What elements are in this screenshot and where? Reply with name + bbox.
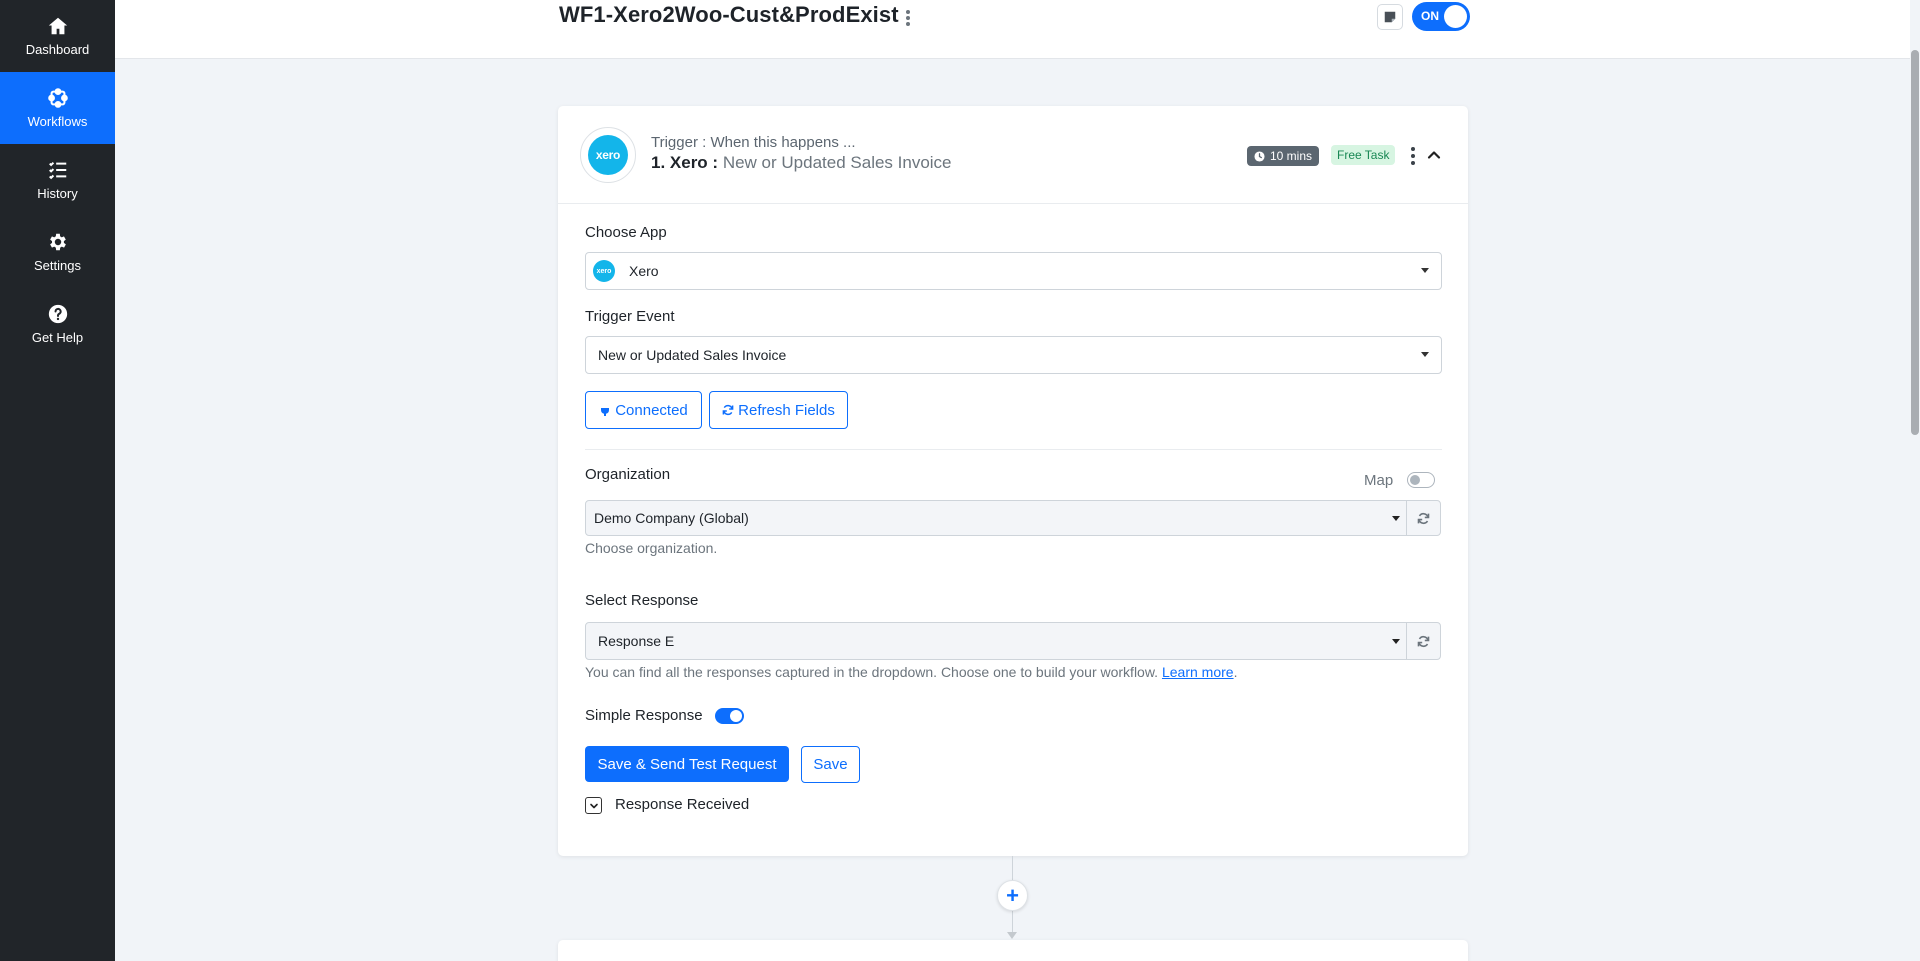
dot-icon <box>906 22 910 26</box>
caret-down-icon <box>1392 516 1400 521</box>
sidebar-item-dashboard[interactable]: Dashboard <box>0 0 115 72</box>
caret-down-icon <box>1392 639 1400 644</box>
toggle-knob <box>1444 5 1467 28</box>
chevron-down-icon <box>589 803 598 808</box>
step-menu-button[interactable] <box>1409 145 1417 167</box>
sticky-note-icon <box>1384 11 1396 23</box>
sidebar: Dashboard Workflows History Settings Get… <box>0 0 115 961</box>
trigger-subtitle: Trigger : When this happens ... <box>651 134 856 151</box>
sidebar-item-get-help[interactable]: Get Help <box>0 288 115 360</box>
response-select[interactable]: Response E <box>585 622 1407 660</box>
workflow-icon <box>47 87 69 109</box>
list-check-icon <box>47 159 69 181</box>
trigger-card: xero Trigger : When this happens ... 1. … <box>558 106 1468 856</box>
trigger-event-label: Trigger Event <box>585 308 675 325</box>
selected-trigger-event: New or Updated Sales Invoice <box>598 347 787 363</box>
dot-icon <box>906 10 910 14</box>
dot-icon <box>1411 161 1415 166</box>
refresh-icon <box>722 404 734 416</box>
page-scrollbar[interactable] <box>1910 0 1920 961</box>
toggle-label: ON <box>1421 9 1439 23</box>
help-period: . <box>1233 664 1238 680</box>
connected-label: Connected <box>615 401 688 419</box>
save-label: Save <box>813 756 848 773</box>
selected-organization: Demo Company (Global) <box>594 510 749 526</box>
sidebar-item-label: Get Help <box>31 330 84 345</box>
refresh-fields-button[interactable]: Refresh Fields <box>709 391 848 429</box>
response-received-label: Response Received <box>615 796 750 813</box>
dot-icon <box>1411 153 1415 158</box>
caret-down-icon <box>1421 352 1429 357</box>
gear-icon <box>47 231 69 253</box>
selected-app: Xero <box>629 263 659 279</box>
notes-button[interactable] <box>1377 4 1403 30</box>
app-logo: xero <box>580 127 636 183</box>
trigger-title: 1. Xero : New or Updated Sales Invoice <box>651 153 952 173</box>
save-button[interactable]: Save <box>801 746 860 783</box>
xero-logo-icon: xero <box>593 260 615 282</box>
time-badge-text: 10 mins <box>1270 149 1313 163</box>
sidebar-item-label: History <box>37 186 78 201</box>
organization-label: Organization <box>585 466 671 483</box>
sidebar-item-label: Settings <box>34 258 81 273</box>
connected-button[interactable]: Connected <box>585 391 702 429</box>
organization-select[interactable]: Demo Company (Global) <box>585 500 1407 536</box>
refresh-icon <box>1417 512 1430 524</box>
simple-response-toggle[interactable] <box>715 708 744 724</box>
refresh-response-button[interactable] <box>1406 622 1441 660</box>
select-response-label: Select Response <box>585 592 699 609</box>
workflow-title[interactable]: WF1-Xero2Woo-Cust&ProdExist <box>559 2 899 28</box>
save-send-test-button[interactable]: Save & Send Test Request <box>585 746 789 782</box>
map-label: Map <box>1364 472 1394 489</box>
add-step-button[interactable]: + <box>997 880 1028 911</box>
sidebar-item-label: Workflows <box>27 114 88 129</box>
refresh-fields-label: Refresh Fields <box>738 401 835 419</box>
organization-help: Choose organization. <box>585 540 718 556</box>
response-help: You can find all the responses captured … <box>585 664 1237 680</box>
collapse-button[interactable] <box>1426 147 1442 163</box>
refresh-organization-button[interactable] <box>1406 500 1441 536</box>
next-step-card[interactable] <box>558 940 1468 961</box>
section-divider <box>585 449 1442 450</box>
home-icon <box>47 15 69 37</box>
clock-icon <box>1254 150 1265 162</box>
dot-icon <box>906 16 910 20</box>
arrow-down-icon <box>1007 932 1017 939</box>
toggle-knob <box>730 710 742 722</box>
chevron-up-icon <box>1427 151 1441 159</box>
refresh-icon <box>1417 635 1430 647</box>
selected-response: Response E <box>598 633 675 649</box>
scrollbar-thumb[interactable] <box>1911 50 1919 435</box>
free-task-badge: Free Task <box>1331 145 1396 165</box>
trigger-card-header[interactable]: xero Trigger : When this happens ... 1. … <box>558 106 1468 204</box>
time-badge: 10 mins <box>1247 146 1320 166</box>
dot-icon <box>1411 146 1415 151</box>
sidebar-item-label: Dashboard <box>25 42 90 57</box>
sidebar-item-history[interactable]: History <box>0 144 115 216</box>
workflow-header: WF1-Xero2Woo-Cust&ProdExist ON <box>115 0 1920 59</box>
choose-app-label: Choose App <box>585 224 667 241</box>
trigger-event-name: New or Updated Sales Invoice <box>722 153 952 172</box>
xero-logo-icon: xero <box>588 135 628 175</box>
trigger-app-number: 1. Xero : <box>651 153 719 172</box>
workflow-menu-button[interactable] <box>902 8 914 28</box>
plug-icon <box>601 405 610 416</box>
question-circle-icon <box>47 303 69 325</box>
simple-response-label: Simple Response <box>585 707 703 724</box>
response-help-text: You can find all the responses captured … <box>585 664 1159 680</box>
trigger-event-select[interactable]: New or Updated Sales Invoice <box>585 336 1442 374</box>
choose-app-select[interactable]: xero Xero <box>585 252 1442 290</box>
learn-more-link[interactable]: Learn more <box>1162 664 1234 680</box>
workflow-status-toggle[interactable]: ON <box>1412 2 1470 31</box>
sidebar-item-settings[interactable]: Settings <box>0 216 115 288</box>
toggle-knob <box>1410 475 1420 485</box>
map-toggle[interactable] <box>1407 472 1435 488</box>
sidebar-item-workflows[interactable]: Workflows <box>0 72 115 144</box>
response-received-toggle[interactable] <box>585 797 602 814</box>
caret-down-icon <box>1421 268 1429 273</box>
